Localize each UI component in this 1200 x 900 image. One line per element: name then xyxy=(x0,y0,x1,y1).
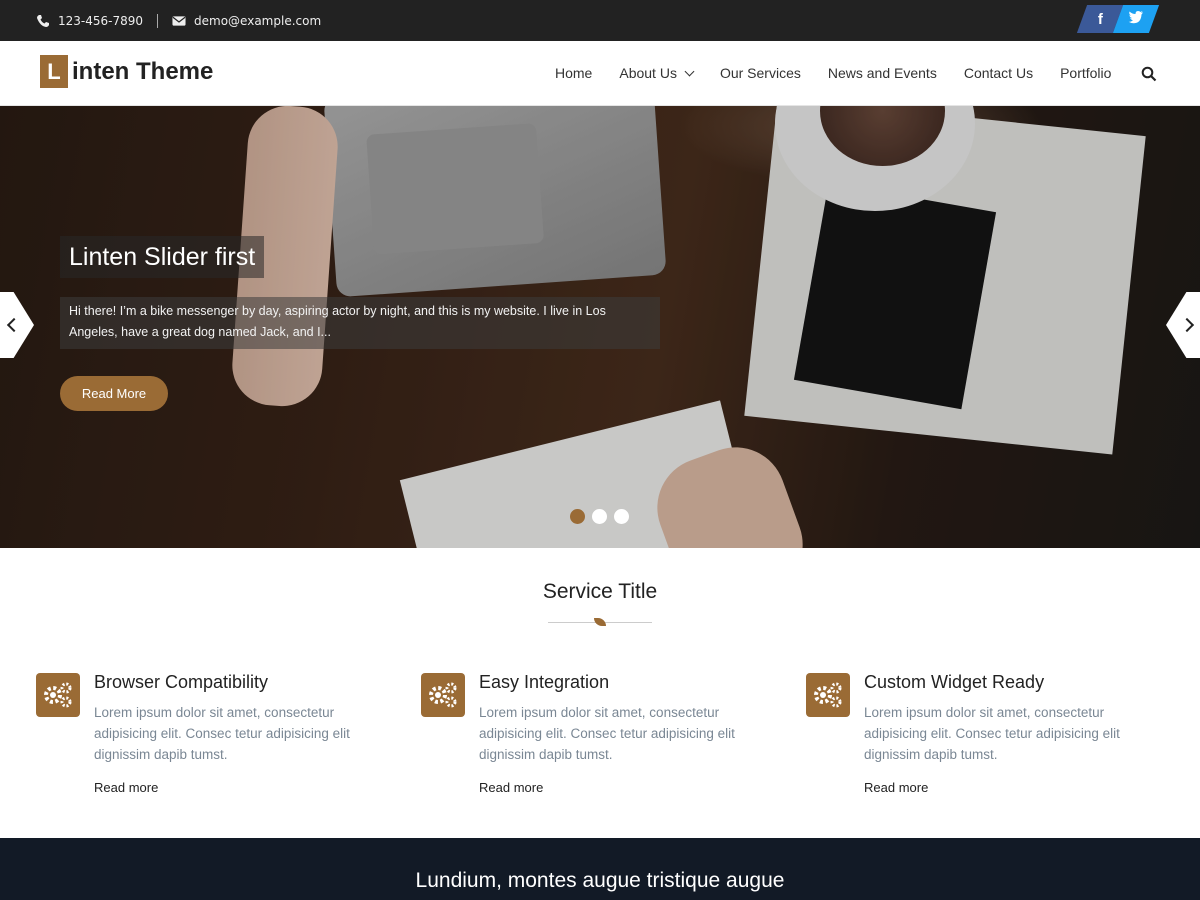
social-links: f xyxy=(1076,5,1160,33)
nav-about-us[interactable]: About Us xyxy=(619,65,695,81)
gears-icon xyxy=(36,673,80,717)
nav-label: About Us xyxy=(619,65,677,81)
service-title: Easy Integration xyxy=(479,672,610,692)
nav-label: Portfolio xyxy=(1060,65,1112,81)
slider-dot[interactable] xyxy=(592,509,607,524)
slide-description: Hi there! I’m a bike messenger by day, a… xyxy=(60,297,660,349)
chevron-left-icon xyxy=(6,317,22,333)
services-heading: Service Title xyxy=(542,580,658,603)
nav-portfolio[interactable]: Portfolio xyxy=(1060,65,1111,81)
service-title: Browser Compatibility xyxy=(94,672,269,692)
testimonial-section: Lundium, montes augue tristique augue xyxy=(0,838,1200,900)
nav-contact-us[interactable]: Contact Us xyxy=(964,65,1033,81)
phone-number[interactable]: 123-456-7890 xyxy=(58,14,143,28)
read-more-button[interactable]: Read More xyxy=(60,376,168,411)
site-logo[interactable]: L inten Theme xyxy=(40,55,213,88)
contact-info: 123-456-7890 demo@example.com xyxy=(36,0,321,41)
gears-icon xyxy=(421,673,465,717)
section-heading: Lundium, montes augue tristique augue xyxy=(415,869,785,892)
service-description: Lorem ipsum dolor sit amet, consectetur … xyxy=(479,705,735,762)
contact-divider xyxy=(157,13,159,28)
service-description: Lorem ipsum dolor sit amet, consectetur … xyxy=(94,705,350,762)
site-header: L inten Theme Home About Us Our Services… xyxy=(0,41,1200,106)
service-read-more-link[interactable]: Read more xyxy=(479,780,543,795)
service-read-more-link[interactable]: Read more xyxy=(94,780,158,795)
nav-label: Contact Us xyxy=(963,65,1034,81)
chevron-down-icon xyxy=(684,66,695,76)
slide-title: Linten Slider first xyxy=(60,236,265,278)
logo-mark: L xyxy=(40,55,68,88)
gears-icon xyxy=(806,673,850,717)
nav-label: Our Services xyxy=(719,65,801,81)
logo-text: inten Theme xyxy=(72,57,214,85)
nav-our-services[interactable]: Our Services xyxy=(720,65,801,81)
phone-icon xyxy=(36,14,50,28)
slider-dot[interactable] xyxy=(570,509,585,524)
slider-dot[interactable] xyxy=(614,509,629,524)
top-bar: 123-456-7890 demo@example.com f xyxy=(0,0,1200,41)
hero-slider: Linten Slider first Hi there! I’m a bike… xyxy=(0,106,1200,548)
envelope-icon xyxy=(172,14,186,28)
leaf-icon xyxy=(594,618,606,626)
nav-label: Home xyxy=(555,65,593,81)
service-description: Lorem ipsum dolor sit amet, consectetur … xyxy=(864,705,1120,762)
service-title: Custom Widget Ready xyxy=(864,672,1045,692)
nav-news-and-events[interactable]: News and Events xyxy=(828,65,937,81)
nav-label: News and Events xyxy=(827,65,937,81)
nav-home[interactable]: Home xyxy=(555,65,592,81)
search-icon[interactable] xyxy=(1141,66,1157,82)
twitter-icon xyxy=(1128,10,1144,28)
slider-pagination xyxy=(570,509,636,524)
service-read-more-link[interactable]: Read more xyxy=(864,780,928,795)
email-address[interactable]: demo@example.com xyxy=(194,14,321,28)
chevron-right-icon xyxy=(1179,317,1195,333)
main-nav: Home About Us Our Services News and Even… xyxy=(555,41,1138,105)
facebook-icon: f xyxy=(1097,10,1103,28)
